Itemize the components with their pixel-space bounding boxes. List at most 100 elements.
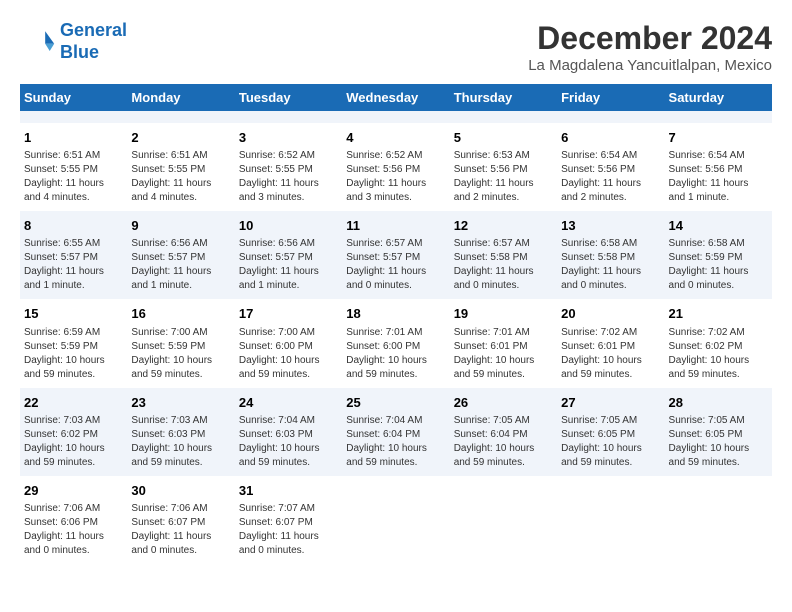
calendar-cell [20, 111, 127, 123]
day-number: 24 [239, 394, 338, 412]
day-number: 13 [561, 217, 660, 235]
calendar-cell: 21 Sunrise: 7:02 AMSunset: 6:02 PMDayligh… [665, 299, 772, 387]
day-info: Sunrise: 7:05 AMSunset: 6:05 PMDaylight:… [669, 414, 768, 470]
day-info: Sunrise: 6:56 AMSunset: 5:57 PMDaylight:… [131, 237, 230, 293]
day-number: 28 [669, 394, 768, 412]
day-info: Sunrise: 6:58 AMSunset: 5:59 PMDaylight:… [669, 237, 768, 293]
calendar-cell [665, 476, 772, 564]
day-info: Sunrise: 7:07 AMSunset: 6:07 PMDaylight:… [239, 502, 338, 558]
day-info: Sunrise: 7:06 AMSunset: 6:07 PMDaylight:… [131, 502, 230, 558]
day-number: 6 [561, 129, 660, 147]
day-info: Sunrise: 6:58 AMSunset: 5:58 PMDaylight:… [561, 237, 660, 293]
calendar-table: SundayMondayTuesdayWednesdayThursdayFrid… [20, 84, 772, 564]
day-number: 16 [131, 305, 230, 323]
day-info: Sunrise: 7:06 AMSunset: 6:06 PMDaylight:… [24, 502, 123, 558]
calendar-cell: 2Sunrise: 6:51 AMSunset: 5:55 PMDaylight… [127, 123, 234, 211]
day-number: 26 [454, 394, 553, 412]
col-header-wednesday: Wednesday [342, 84, 449, 111]
logo-icon [20, 24, 56, 60]
day-info: Sunrise: 6:53 AMSunset: 5:56 PMDaylight:… [454, 149, 553, 205]
day-info: Sunrise: 6:52 AMSunset: 5:56 PMDaylight:… [346, 149, 445, 205]
day-number: 21 [669, 305, 768, 323]
day-number: 9 [131, 217, 230, 235]
day-info: Sunrise: 7:03 AMSunset: 6:02 PMDaylight:… [24, 414, 123, 470]
calendar-cell [450, 476, 557, 564]
col-header-saturday: Saturday [665, 84, 772, 111]
logo: General Blue [20, 20, 127, 63]
calendar-week-row [20, 111, 772, 123]
calendar-cell: 29Sunrise: 7:06 AMSunset: 6:06 PMDayligh… [20, 476, 127, 564]
calendar-cell: 13 Sunrise: 6:58 AMSunset: 5:58 PMDayligh… [557, 211, 664, 299]
day-info: Sunrise: 7:01 AMSunset: 6:01 PMDaylight:… [454, 326, 553, 382]
calendar-cell: 26 Sunrise: 7:05 AMSunset: 6:04 PMDayligh… [450, 388, 557, 476]
day-info: Sunrise: 6:54 AMSunset: 5:56 PMDaylight:… [561, 149, 660, 205]
calendar-cell: 23 Sunrise: 7:03 AMSunset: 6:03 PMDayligh… [127, 388, 234, 476]
calendar-cell: 14 Sunrise: 6:58 AMSunset: 5:59 PMDayligh… [665, 211, 772, 299]
calendar-cell: 19 Sunrise: 7:01 AMSunset: 6:01 PMDayligh… [450, 299, 557, 387]
day-number: 1 [24, 129, 123, 147]
calendar-cell: 24 Sunrise: 7:04 AMSunset: 6:03 PMDayligh… [235, 388, 342, 476]
calendar-cell: 10 Sunrise: 6:56 AMSunset: 5:57 PMDayligh… [235, 211, 342, 299]
day-number: 17 [239, 305, 338, 323]
col-header-sunday: Sunday [20, 84, 127, 111]
day-number: 27 [561, 394, 660, 412]
day-info: Sunrise: 6:52 AMSunset: 5:55 PMDaylight:… [239, 149, 338, 205]
calendar-cell [235, 111, 342, 123]
calendar-week-row: 1 Sunrise: 6:51 AMSunset: 5:55 PMDaylight… [20, 123, 772, 211]
calendar-cell: 31Sunrise: 7:07 AMSunset: 6:07 PMDayligh… [235, 476, 342, 564]
calendar-week-row: 22Sunrise: 7:03 AMSunset: 6:02 PMDayligh… [20, 388, 772, 476]
day-info: Sunrise: 7:04 AMSunset: 6:04 PMDaylight:… [346, 414, 445, 470]
calendar-cell [665, 111, 772, 123]
calendar-cell: 12Sunrise: 6:57 AMSunset: 5:58 PMDayligh… [450, 211, 557, 299]
day-info: Sunrise: 7:05 AMSunset: 6:04 PMDaylight:… [454, 414, 553, 470]
calendar-cell [557, 111, 664, 123]
day-info: Sunrise: 7:02 AMSunset: 6:02 PMDaylight:… [669, 326, 768, 382]
day-number: 7 [669, 129, 768, 147]
day-info: Sunrise: 7:00 AMSunset: 5:59 PMDaylight:… [131, 326, 230, 382]
col-header-monday: Monday [127, 84, 234, 111]
calendar-cell: 17Sunrise: 7:00 AMSunset: 6:00 PMDayligh… [235, 299, 342, 387]
day-number: 10 [239, 217, 338, 235]
calendar-cell: 28 Sunrise: 7:05 AMSunset: 6:05 PMDayligh… [665, 388, 772, 476]
calendar-cell [342, 476, 449, 564]
day-info: Sunrise: 6:54 AMSunset: 5:56 PMDaylight:… [669, 149, 768, 205]
day-info: Sunrise: 6:59 AMSunset: 5:59 PMDaylight:… [24, 326, 123, 382]
day-number: 25 [346, 394, 445, 412]
day-number: 8 [24, 217, 123, 235]
logo-text: General Blue [60, 20, 127, 63]
day-number: 19 [454, 305, 553, 323]
day-number: 20 [561, 305, 660, 323]
calendar-week-row: 8Sunrise: 6:55 AMSunset: 5:57 PMDaylight… [20, 211, 772, 299]
day-info: Sunrise: 6:56 AMSunset: 5:57 PMDaylight:… [239, 237, 338, 293]
day-number: 15 [24, 305, 123, 323]
day-info: Sunrise: 7:04 AMSunset: 6:03 PMDaylight:… [239, 414, 338, 470]
month-title: December 2024 [528, 20, 772, 57]
calendar-cell [557, 476, 664, 564]
day-number: 4 [346, 129, 445, 147]
calendar-cell: 9 Sunrise: 6:56 AMSunset: 5:57 PMDaylight… [127, 211, 234, 299]
calendar-cell: 8Sunrise: 6:55 AMSunset: 5:57 PMDaylight… [20, 211, 127, 299]
day-number: 14 [669, 217, 768, 235]
calendar-cell: 15 Sunrise: 6:59 AMSunset: 5:59 PMDayligh… [20, 299, 127, 387]
calendar-cell: 16 Sunrise: 7:00 AMSunset: 5:59 PMDayligh… [127, 299, 234, 387]
calendar-cell: 1Sunrise: 6:51 AMSunset: 5:55 PMDaylight… [20, 123, 127, 211]
col-header-tuesday: Tuesday [235, 84, 342, 111]
calendar-cell: 6 Sunrise: 6:54 AMSunset: 5:56 PMDaylight… [557, 123, 664, 211]
calendar-cell: 11Sunrise: 6:57 AMSunset: 5:57 PMDayligh… [342, 211, 449, 299]
day-info: Sunrise: 6:51 AMSunset: 5:55 PMDaylight:… [131, 149, 230, 205]
calendar-cell: 4 Sunrise: 6:52 AMSunset: 5:56 PMDaylight… [342, 123, 449, 211]
day-info: Sunrise: 6:57 AMSunset: 5:58 PMDaylight:… [454, 237, 553, 293]
calendar-cell: 5 Sunrise: 6:53 AMSunset: 5:56 PMDaylight… [450, 123, 557, 211]
calendar-cell: 3Sunrise: 6:52 AMSunset: 5:55 PMDaylight… [235, 123, 342, 211]
logo-line1: General [60, 20, 127, 40]
day-info: Sunrise: 7:03 AMSunset: 6:03 PMDaylight:… [131, 414, 230, 470]
page-header: General Blue December 2024 La Magdalena … [20, 20, 772, 74]
day-number: 11 [346, 217, 445, 235]
col-header-thursday: Thursday [450, 84, 557, 111]
day-number: 23 [131, 394, 230, 412]
day-number: 5 [454, 129, 553, 147]
calendar-week-row: 15 Sunrise: 6:59 AMSunset: 5:59 PMDayligh… [20, 299, 772, 387]
calendar-cell [127, 111, 234, 123]
day-info: Sunrise: 7:01 AMSunset: 6:00 PMDaylight:… [346, 326, 445, 382]
day-number: 30 [131, 482, 230, 500]
